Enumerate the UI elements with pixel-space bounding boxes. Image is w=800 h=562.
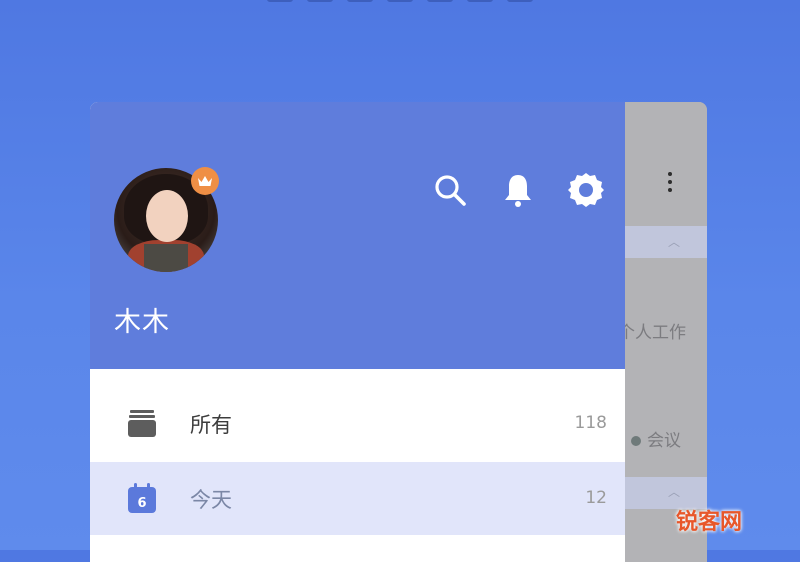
inbox-stack-icon [126, 407, 158, 439]
background-section-header [625, 226, 707, 258]
background-task-meeting: 会议 [631, 426, 681, 451]
status-dot-icon [631, 436, 641, 446]
search-icon[interactable] [430, 170, 470, 210]
drawer-item-count: 12 [585, 488, 607, 508]
drawer-item-all[interactable]: 所有 118 [90, 387, 625, 460]
phone-screen: ︿ 个人工作 会议 ︿ 木木 所有 118 6 今天 12 [90, 102, 707, 562]
calendar-today-icon: 6 [126, 482, 158, 514]
bell-icon[interactable] [498, 170, 538, 210]
chevron-up-icon: ︿ [668, 235, 681, 249]
gear-icon[interactable] [566, 170, 606, 210]
chevron-up-icon: ︿ [668, 485, 681, 499]
drawer-item-count: 118 [574, 413, 607, 433]
crown-icon [191, 167, 219, 195]
drawer-item-label: 今天 [190, 488, 232, 512]
svg-text:6: 6 [137, 496, 146, 511]
navigation-drawer: 木木 所有 118 6 今天 12 [90, 102, 625, 562]
drawer-item-today[interactable]: 6 今天 12 [90, 462, 625, 535]
drawer-header: 木木 [90, 102, 625, 369]
user-name[interactable]: 木木 [114, 300, 170, 339]
background-task-text: 个人工作 [618, 323, 686, 343]
drawer-item-next[interactable] [90, 535, 625, 562]
more-options-icon[interactable] [667, 172, 673, 198]
top-title-fragment [225, 0, 575, 6]
drawer-item-label: 所有 [190, 413, 232, 437]
watermark-logo: 锐客网 [676, 510, 743, 535]
